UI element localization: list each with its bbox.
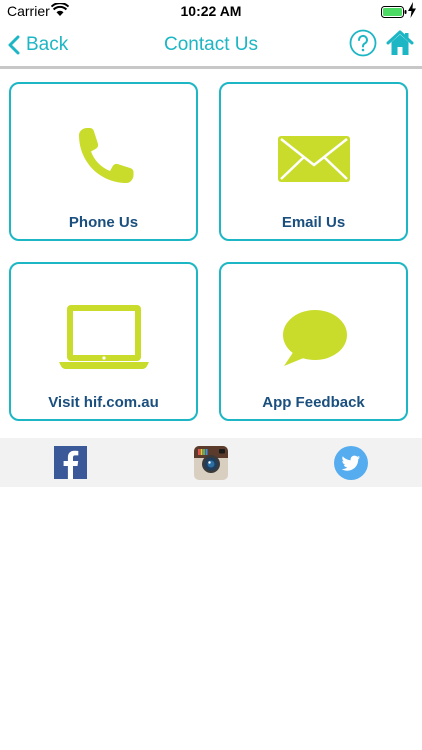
- twitter-icon[interactable]: [334, 446, 368, 485]
- phone-us-tile[interactable]: Phone Us: [9, 82, 198, 241]
- speech-bubble-icon: [221, 309, 406, 367]
- home-icon: [386, 30, 414, 55]
- instagram-icon[interactable]: [194, 446, 228, 485]
- back-label: Back: [26, 34, 69, 55]
- phone-icon: [11, 127, 196, 189]
- social-media-bar: [0, 438, 422, 487]
- help-icon: [349, 29, 377, 57]
- help-button[interactable]: [349, 29, 377, 62]
- app-feedback-tile[interactable]: App Feedback: [219, 262, 408, 421]
- laptop-icon: [11, 304, 196, 370]
- visit-website-tile[interactable]: Visit hif.com.au: [9, 262, 198, 421]
- navigation-bar: Back Contact Us: [0, 24, 422, 69]
- battery-icon: [381, 5, 407, 21]
- app-feedback-label: App Feedback: [262, 394, 365, 411]
- phone-us-label: Phone Us: [68, 214, 139, 231]
- chevron-left-icon: [8, 35, 20, 55]
- clock: 10:22 AM: [180, 3, 242, 19]
- email-us-tile[interactable]: Email Us: [219, 82, 408, 241]
- back-button[interactable]: Back: [8, 30, 68, 60]
- home-button[interactable]: [386, 29, 414, 62]
- status-bar: Carrier 10:22 AM: [0, 0, 422, 24]
- email-us-label: Email Us: [281, 214, 346, 231]
- facebook-icon[interactable]: [54, 446, 87, 484]
- visit-website-label: Visit hif.com.au: [48, 394, 159, 411]
- envelope-icon: [221, 136, 406, 182]
- charging-bolt-icon: [408, 2, 416, 21]
